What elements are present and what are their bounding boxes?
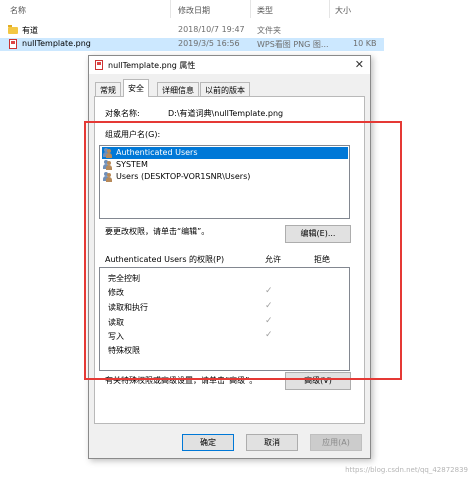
- file-type: WPS看图 PNG 图...: [257, 40, 329, 49]
- file-date: 2019/3/5 16:56: [178, 39, 240, 48]
- column-header-size[interactable]: 大小: [335, 5, 351, 16]
- close-icon[interactable]: ✕: [355, 58, 364, 71]
- file-size: 10 KB: [353, 39, 377, 48]
- object-name-value: D:\有道词典\nullTemplate.png: [168, 109, 284, 118]
- dialog-title: nullTemplate.png 属性: [108, 61, 196, 70]
- header-separator[interactable]: [250, 0, 251, 18]
- object-name-label: 对象名称:: [105, 109, 140, 118]
- file-row-youdao[interactable]: 有道 2018/10/7 19:47 文件夹: [0, 24, 384, 37]
- column-header-type[interactable]: 类型: [257, 5, 273, 16]
- tab-details[interactable]: 详细信息: [157, 82, 199, 96]
- file-date: 2018/10/7 19:47: [178, 25, 245, 34]
- apply-button[interactable]: 应用(A): [310, 434, 362, 451]
- file-type: 文件夹: [257, 26, 281, 35]
- watermark: https://blog.csdn.net/qq_42872839: [345, 466, 468, 474]
- ok-button[interactable]: 确定: [182, 434, 234, 451]
- tab-previous-versions[interactable]: 以前的版本: [200, 82, 250, 96]
- header-separator[interactable]: [329, 0, 330, 18]
- file-row-nulltemplate[interactable]: nullTemplate.png 2019/3/5 16:56 WPS看图 PN…: [0, 38, 384, 51]
- tab-security[interactable]: 安全: [123, 79, 149, 97]
- cancel-button[interactable]: 取消: [246, 434, 298, 451]
- tab-general[interactable]: 常规: [95, 82, 121, 96]
- folder-icon: [8, 25, 18, 34]
- png-file-icon: [95, 60, 103, 70]
- file-name: nullTemplate.png: [22, 39, 91, 48]
- column-header-name[interactable]: 名称: [10, 5, 26, 16]
- dialog-titlebar[interactable]: nullTemplate.png 属性 ✕: [89, 56, 370, 74]
- column-header-date[interactable]: 修改日期: [178, 5, 210, 16]
- header-separator[interactable]: [170, 0, 171, 18]
- annotation-highlight-box: [84, 121, 402, 380]
- png-file-icon: [9, 39, 17, 49]
- file-name: 有道: [22, 26, 38, 35]
